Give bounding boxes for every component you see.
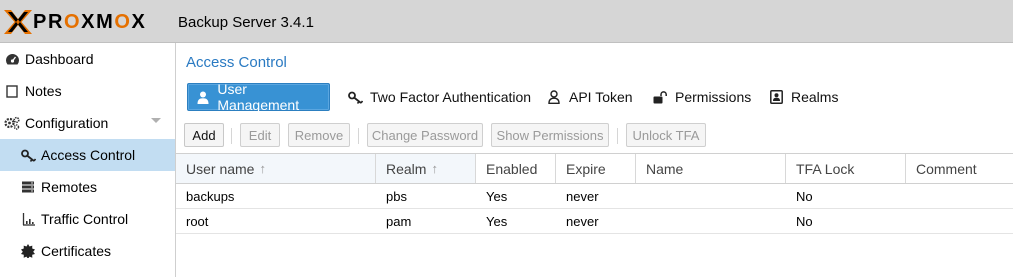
cell-tfa-lock: No (796, 188, 813, 204)
gears-icon (3, 115, 21, 131)
cell-tfa-lock: No (796, 213, 813, 229)
column-label: TFA Lock (796, 160, 855, 177)
cell-comment (906, 209, 916, 233)
sidebar-item-label: Remotes (41, 179, 98, 195)
logo-wordmark: PROXMOX (33, 11, 147, 33)
key-icon (19, 147, 37, 163)
column-label: Enabled (486, 160, 538, 177)
sidebar-item-access-control[interactable]: Access Control (0, 139, 175, 171)
traffic-chart-icon (19, 211, 37, 227)
sidebar-item-notes[interactable]: Notes (0, 75, 175, 107)
sidebar-item-configuration[interactable]: Configuration (0, 107, 175, 139)
tab-label: User Management (217, 81, 300, 113)
show-permissions-button[interactable]: Show Permissions (491, 123, 609, 147)
column-header-tfa-lock[interactable]: TFA Lock (786, 154, 906, 183)
tab-bar: User Management Two Factor Authenticatio… (176, 81, 1013, 114)
user-icon (196, 89, 210, 105)
certificate-icon (19, 243, 37, 259)
cell-user-name: root (186, 213, 209, 229)
key-icon (347, 89, 363, 105)
sidebar-item-remotes[interactable]: Remotes (0, 171, 175, 203)
column-header-user-name[interactable]: User name ↑ (176, 154, 376, 183)
column-header-name[interactable]: Name (636, 154, 786, 183)
column-label: Name (646, 160, 684, 177)
toolbar-separator (617, 128, 618, 144)
sidebar-item-label: Notes (25, 83, 62, 99)
grid-header: User name ↑ Realm ↑ Enabled Expire Name … (176, 153, 1013, 184)
tab-label: Permissions (675, 89, 752, 105)
cell-user-name: backups (186, 188, 235, 204)
main-panel: Access Control User Management Two Facto… (176, 43, 1013, 277)
sidebar-item-label: Access Control (41, 147, 136, 163)
unlock-icon (652, 89, 668, 105)
tab-two-factor-authentication[interactable]: Two Factor Authentication (339, 83, 539, 111)
table-row[interactable]: root pam Yes never No (176, 209, 1013, 234)
tab-realms[interactable]: Realms (760, 83, 846, 111)
sidebar-nav: Dashboard Notes Configuration Access Con… (0, 43, 176, 277)
cell-enabled: Yes (486, 188, 508, 204)
server-icon (19, 179, 37, 195)
tab-label: API Token (569, 89, 633, 105)
column-header-realm[interactable]: Realm ↑ (376, 154, 476, 183)
column-label: User name (186, 160, 255, 177)
table-row[interactable]: backups pbs Yes never No (176, 184, 1013, 209)
cell-name (636, 184, 646, 208)
proxmox-x-icon (4, 10, 32, 34)
edit-button[interactable]: Edit (240, 123, 280, 147)
column-header-comment[interactable]: Comment (906, 154, 1013, 183)
proxmox-logo[interactable]: PROXMOX (4, 10, 146, 34)
user-outline-icon (546, 89, 562, 105)
sidebar-item-label: Certificates (41, 243, 112, 259)
cell-realm: pbs (386, 188, 407, 204)
tab-label: Two Factor Authentication (370, 89, 532, 105)
remove-button[interactable]: Remove (288, 123, 350, 147)
sidebar-item-traffic-control[interactable]: Traffic Control (0, 203, 175, 235)
sort-ascending-icon: ↑ (431, 161, 438, 176)
sidebar-item-label: Configuration (25, 115, 109, 131)
cell-expire: never (566, 188, 599, 204)
column-label: Realm (386, 160, 427, 177)
column-header-enabled[interactable]: Enabled (476, 154, 556, 183)
notes-icon (3, 83, 21, 99)
change-password-button[interactable]: Change Password (367, 123, 483, 147)
dashboard-icon (3, 51, 21, 67)
tab-label: Realms (791, 89, 839, 105)
toolbar-separator (231, 128, 232, 144)
toolbar-separator (358, 128, 359, 144)
column-header-expire[interactable]: Expire (556, 154, 636, 183)
sidebar-item-label: Traffic Control (41, 211, 129, 227)
cell-realm: pam (386, 213, 412, 229)
tab-user-management[interactable]: User Management (187, 81, 330, 113)
product-version: Backup Server 3.4.1 (178, 14, 314, 31)
tab-api-token[interactable]: API Token (538, 83, 641, 111)
add-button[interactable]: Add (184, 123, 224, 147)
cell-name (636, 209, 646, 233)
cell-enabled: Yes (486, 213, 508, 229)
chevron-down-icon[interactable] (151, 118, 161, 123)
grid-toolbar: Add Edit Remove Change Password Show Per… (176, 119, 1013, 151)
unlock-tfa-button[interactable]: Unlock TFA (626, 123, 706, 147)
column-label: Comment (916, 160, 977, 177)
cell-comment (906, 184, 916, 208)
top-header: PROXMOX Backup Server 3.4.1 (0, 0, 1013, 43)
sort-ascending-icon: ↑ (259, 161, 266, 176)
sidebar-item-dashboard[interactable]: Dashboard (0, 43, 175, 75)
sidebar-item-certificates[interactable]: Certificates (0, 235, 175, 267)
sidebar-item-label: Dashboard (25, 51, 94, 67)
column-label: Expire (566, 160, 606, 177)
page-title: Access Control (186, 54, 287, 71)
cell-expire: never (566, 213, 599, 229)
address-book-icon (768, 89, 784, 105)
tab-permissions[interactable]: Permissions (644, 83, 759, 111)
